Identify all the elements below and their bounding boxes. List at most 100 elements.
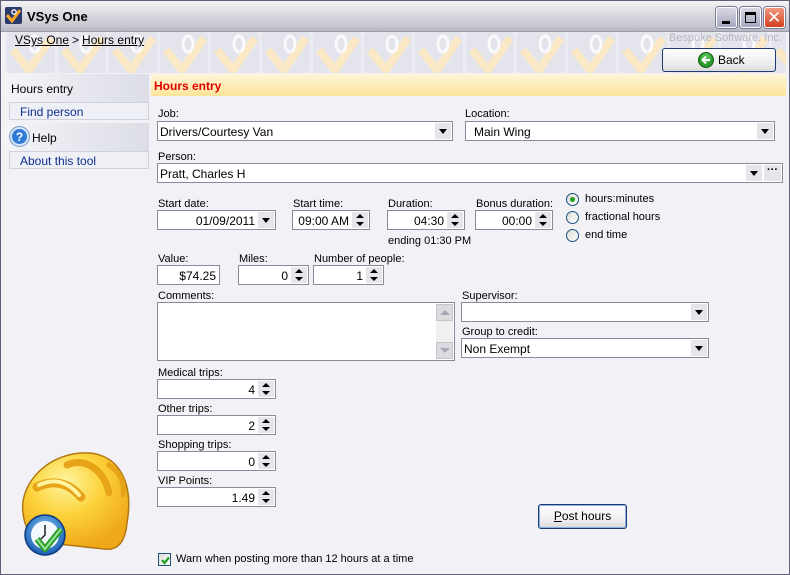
scroll-down-icon[interactable] [436, 342, 453, 359]
people-label: Number of people: [314, 253, 405, 265]
chevron-down-icon[interactable] [691, 304, 707, 320]
other-trips-spinner[interactable] [258, 417, 274, 433]
miles-label: Miles: [239, 253, 268, 265]
group-select[interactable]: Non Exempt [461, 338, 709, 358]
job-label: Job: [158, 108, 179, 120]
breadcrumb: VSys One > Hours entry [15, 33, 144, 47]
watermark-tile [568, 32, 616, 73]
people-input[interactable]: 1 [313, 265, 384, 285]
spin-up-icon[interactable] [447, 212, 463, 220]
vip-points-input[interactable]: 1.49 [157, 487, 276, 507]
duration-spinner[interactable] [447, 212, 463, 228]
vip-points-value: 1.49 [231, 491, 255, 505]
spin-down-icon[interactable] [366, 275, 382, 283]
sidebar-link-about[interactable]: About this tool [9, 151, 149, 169]
person-select[interactable]: Pratt, Charles H [157, 163, 783, 183]
spin-up-icon[interactable] [258, 453, 274, 461]
close-button[interactable]: ✕ [764, 7, 785, 28]
radio-label: hours:minutes [585, 193, 655, 205]
people-spinner[interactable] [366, 267, 382, 283]
chevron-down-icon[interactable] [746, 165, 762, 181]
spin-down-icon[interactable] [291, 275, 307, 283]
start-time-input[interactable]: 09:00 AM [292, 210, 370, 230]
medical-trips-spinner[interactable] [258, 381, 274, 397]
spin-down-icon[interactable] [535, 220, 551, 228]
other-trips-input[interactable]: 2 [157, 415, 276, 435]
comments-scrollbar[interactable] [436, 304, 453, 359]
watermark-tile [262, 32, 310, 73]
miles-value: 0 [281, 269, 288, 283]
other-trips-value: 2 [248, 419, 255, 433]
bonus-duration-spinner[interactable] [535, 212, 551, 228]
spin-down-icon[interactable] [352, 220, 368, 228]
spin-down-icon[interactable] [447, 220, 463, 228]
miles-input[interactable]: 0 [238, 265, 309, 285]
start-time-label: Start time: [293, 198, 344, 210]
chevron-down-icon[interactable] [435, 123, 451, 139]
person-value: Pratt, Charles H [160, 167, 246, 181]
watermark-tile [211, 32, 259, 73]
post-hours-label: ost hours [561, 509, 612, 523]
close-icon: ✕ [767, 8, 782, 27]
start-date-picker[interactable]: 01/09/2011 [157, 210, 276, 230]
bonus-duration-input[interactable]: 00:00 [475, 210, 553, 230]
start-time-spinner[interactable] [352, 212, 368, 228]
start-date-value: 01/09/2011 [195, 214, 255, 228]
job-select[interactable]: Drivers/Courtesy Van [157, 121, 453, 141]
spin-down-icon[interactable] [258, 389, 274, 397]
spin-down-icon[interactable] [258, 425, 274, 433]
miles-spinner[interactable] [291, 267, 307, 283]
comments-textarea[interactable] [157, 302, 455, 361]
title-bar[interactable]: VSys One ✕ [1, 1, 789, 32]
duration-input[interactable]: 04:30 [387, 210, 465, 230]
people-value: 1 [356, 269, 363, 283]
back-button[interactable]: Back [662, 48, 776, 72]
group-label: Group to credit: [462, 326, 538, 338]
calendar-dropdown-icon[interactable] [258, 212, 274, 228]
warn-checkbox-label: Warn when posting more than 12 hours at … [176, 553, 414, 565]
vip-points-spinner[interactable] [258, 489, 274, 505]
location-value: Main Wing [474, 125, 531, 139]
warn-12-hours-checkbox[interactable]: Warn when posting more than 12 hours at … [158, 553, 458, 568]
chevron-down-icon[interactable] [757, 123, 773, 139]
breadcrumb-home-link[interactable]: VSys One [15, 33, 69, 47]
spin-up-icon[interactable] [352, 212, 368, 220]
spin-down-icon[interactable] [258, 497, 274, 505]
radio-end-time[interactable]: end time [566, 228, 706, 244]
shopping-trips-spinner[interactable] [258, 453, 274, 469]
radio-label: fractional hours [585, 211, 661, 223]
spin-up-icon[interactable] [535, 212, 551, 220]
watermark-tile [160, 32, 208, 73]
start-time-value: 09:00 AM [298, 214, 349, 228]
radio-hours-minutes[interactable]: hours:minutes [566, 192, 706, 208]
spin-up-icon[interactable] [366, 267, 382, 275]
medical-trips-input[interactable]: 4 [157, 379, 276, 399]
bonus-duration-label: Bonus duration: [476, 198, 554, 210]
shopping-trips-input[interactable]: 0 [157, 451, 276, 471]
duration-label: Duration: [388, 198, 433, 210]
radio-label: end time [585, 229, 628, 241]
duration-ending-text: ending 01:30 PM [388, 235, 472, 247]
spin-up-icon[interactable] [291, 267, 307, 275]
person-browse-button[interactable]: ··· [764, 165, 781, 181]
spin-up-icon[interactable] [258, 489, 274, 497]
group-value: Non Exempt [464, 342, 531, 356]
scroll-up-icon[interactable] [436, 304, 453, 321]
spin-up-icon[interactable] [258, 417, 274, 425]
radio-fractional-hours[interactable]: fractional hours [566, 210, 706, 226]
chevron-down-icon[interactable] [691, 340, 707, 356]
sidebar-link-find-person[interactable]: Find person [9, 102, 149, 120]
spin-up-icon[interactable] [258, 381, 274, 389]
sidebar-section-hours-entry: Hours entry [5, 74, 149, 102]
spin-down-icon[interactable] [258, 461, 274, 469]
value-input[interactable]: $74.25 [157, 265, 220, 285]
minimize-button[interactable] [716, 7, 737, 28]
post-hours-button[interactable]: Post hours [538, 504, 627, 529]
location-select[interactable]: Main Wing [465, 121, 775, 141]
svg-text:?: ? [16, 130, 23, 144]
supervisor-select[interactable] [461, 302, 709, 322]
value-label: Value: [158, 253, 189, 265]
maximize-button[interactable] [740, 7, 761, 28]
app-logo-icon [5, 7, 22, 24]
breadcrumb-current-link[interactable]: Hours entry [82, 33, 144, 47]
